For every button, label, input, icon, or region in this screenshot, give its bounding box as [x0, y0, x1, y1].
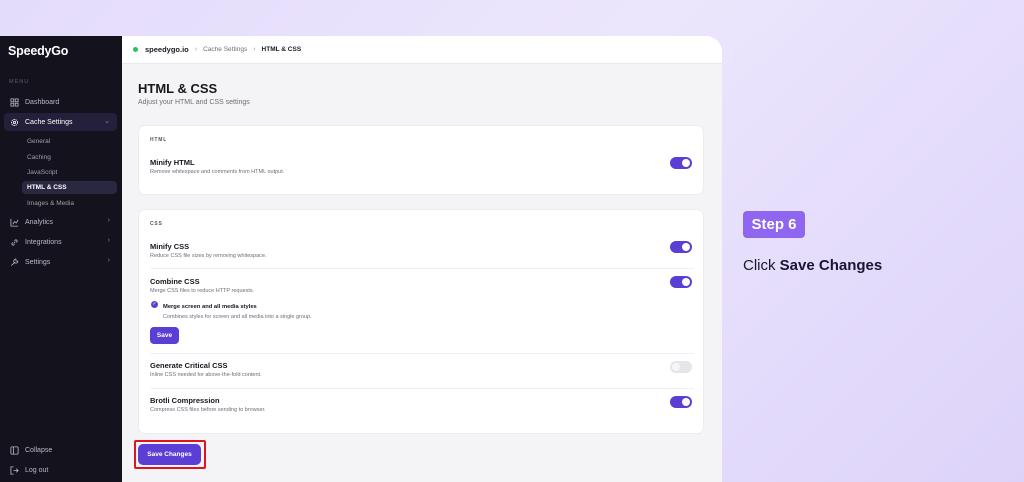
chevron-right-icon: › [107, 237, 110, 244]
combine-css-toggle[interactable] [670, 276, 692, 288]
setting-description: Compress CSS files before sending to bro… [150, 407, 266, 413]
setting-description: Remove whitespace and comments from HTML… [150, 169, 285, 175]
sidebar-item-analytics[interactable]: Analytics › [4, 213, 117, 231]
merge-media-checkbox[interactable]: ✓ [151, 301, 158, 308]
instruction-prefix: Click [743, 257, 780, 274]
breadcrumb-cache-settings[interactable]: Cache Settings [203, 46, 247, 53]
sidebar-item-cache-settings[interactable]: Cache Settings ⌄ [4, 113, 117, 131]
setting-title: Minify HTML [150, 158, 195, 167]
sidebar-subitem-caching[interactable]: Caching [22, 151, 117, 164]
instruction-text: Click Save Changes [743, 257, 882, 274]
collapse-icon [10, 445, 19, 455]
sidebar-item-label: Log out [25, 466, 49, 474]
setting-title: Generate Critical CSS [150, 361, 228, 370]
combine-css-save-button[interactable]: Save [150, 327, 179, 344]
link-icon [11, 238, 18, 246]
brotli-compression-toggle[interactable] [670, 396, 692, 408]
divider [150, 388, 694, 389]
sidebar-item-collapse[interactable]: Collapse [4, 441, 117, 459]
gear-icon [11, 118, 18, 126]
option-title: Merge screen and all media styles [163, 304, 257, 310]
card-label: CSS [150, 221, 163, 227]
minify-html-toggle[interactable] [670, 157, 692, 169]
sidebar: SpeedyGo MENU Dashboard Cache Settings ⌄… [0, 36, 122, 482]
sidebar-item-label: Analytics [25, 218, 54, 226]
chevron-right-icon: › [107, 217, 110, 224]
sidebar-item-dashboard[interactable]: Dashboard [4, 93, 117, 111]
chevron-right-icon: › [194, 46, 198, 53]
sidebar-item-label: Collapse [25, 446, 53, 454]
card-label: HTML [150, 137, 168, 143]
sidebar-subitem-general[interactable]: General [22, 135, 117, 148]
setting-title: Combine CSS [150, 277, 200, 286]
css-settings-card: CSS Minify CSS Reduce CSS file sizes by … [138, 209, 704, 434]
sidebar-item-label: Cache Settings [25, 118, 73, 126]
wrench-icon [11, 258, 19, 266]
setting-description: Inline CSS needed for above-the-fold con… [150, 372, 262, 378]
chevron-right-icon: › [107, 257, 110, 264]
divider [150, 353, 694, 354]
option-description: Combines styles for screen and all media… [163, 314, 312, 320]
instruction-target: Save Changes [779, 257, 883, 274]
save-changes-button[interactable]: Save Changes [138, 444, 201, 465]
sidebar-subitem-images-media[interactable]: Images & Media [22, 197, 117, 210]
html-settings-card: HTML Minify HTML Remove whitespace and c… [138, 125, 704, 195]
logo: SpeedyGo [8, 44, 69, 58]
sidebar-item-label: Dashboard [25, 98, 60, 106]
menu-section-label: MENU [9, 79, 30, 85]
setting-title: Brotli Compression [150, 396, 220, 405]
dashboard-icon [10, 97, 19, 107]
sidebar-item-settings[interactable]: Settings › [4, 253, 117, 271]
topbar: speedygo.io › Cache Settings › HTML & CS… [122, 36, 722, 64]
chevron-down-icon: ⌄ [104, 118, 110, 125]
sidebar-item-label: Settings [25, 258, 51, 266]
app-window: SpeedyGo MENU Dashboard Cache Settings ⌄… [0, 36, 722, 482]
setting-description: Reduce CSS file sizes by removing whites… [150, 253, 267, 259]
breadcrumb-current: HTML & CSS [261, 46, 302, 53]
chevron-right-icon: › [253, 46, 256, 53]
setting-title: Minify CSS [150, 242, 190, 251]
divider [150, 268, 694, 269]
step-badge: Step 6 [743, 211, 805, 238]
site-name[interactable]: speedygo.io [145, 45, 189, 54]
sidebar-subitem-javascript[interactable]: JavaScript [22, 166, 117, 179]
sidebar-item-integrations[interactable]: Integrations › [4, 233, 117, 251]
minify-css-toggle[interactable] [670, 241, 692, 253]
page-title: HTML & CSS [138, 81, 218, 96]
chart-icon [10, 218, 19, 227]
setting-description: Merge CSS files to reduce HTTP requests. [150, 288, 255, 294]
status-online-dot [133, 47, 138, 52]
page-subtitle: Adjust your HTML and CSS settings [138, 99, 250, 106]
sidebar-subitem-html-css[interactable]: HTML & CSS [22, 181, 117, 194]
sidebar-item-label: Integrations [25, 238, 62, 246]
logout-icon [10, 465, 19, 475]
sidebar-item-logout[interactable]: Log out [4, 461, 117, 479]
critical-css-toggle[interactable] [670, 361, 692, 373]
